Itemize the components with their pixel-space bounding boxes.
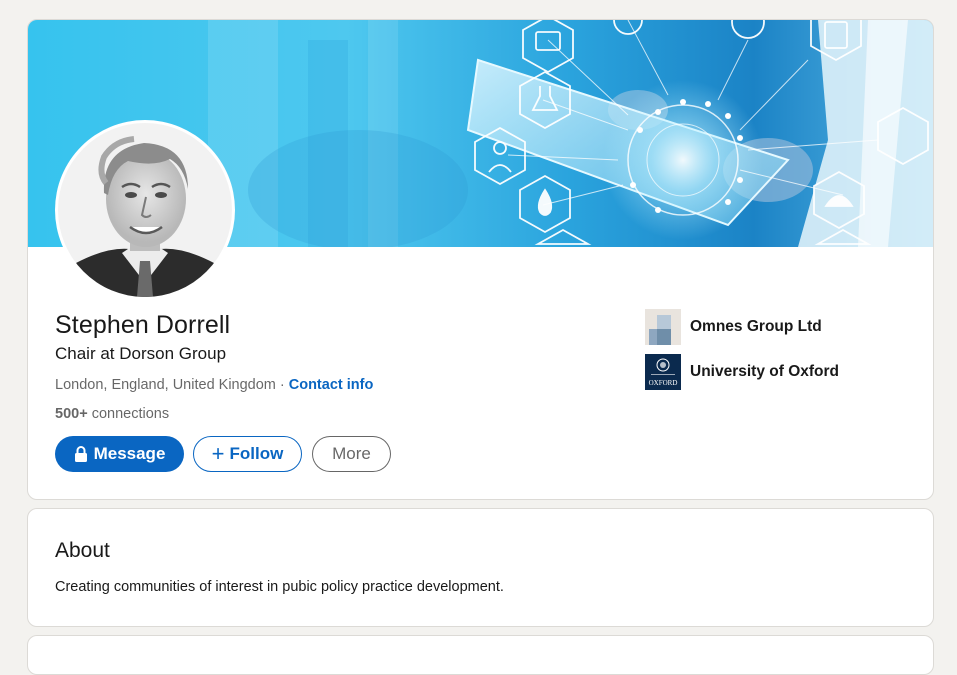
profile-headline: Chair at Dorson Group — [55, 344, 227, 363]
follow-button-label: Follow — [229, 444, 284, 463]
lock-icon — [74, 446, 88, 462]
profile-location: London, England, United Kingdom — [55, 377, 276, 393]
profile-photo — [58, 123, 232, 297]
next-section-card — [27, 635, 934, 675]
contact-info-link[interactable]: Contact info — [289, 377, 374, 393]
message-button-label: Message — [93, 444, 166, 463]
about-title: About — [55, 539, 110, 562]
about-text: Creating communities of interest in pubi… — [55, 579, 504, 595]
profile-location-line: London, England, United Kingdom · Contact … — [55, 377, 373, 393]
oxford-logo-text: OXFORD — [649, 379, 678, 387]
profile-name: Stephen Dorrell — [55, 311, 231, 339]
about-card: About Creating communities of interest i… — [27, 508, 934, 627]
profile-avatar[interactable] — [55, 120, 235, 300]
plus-icon: + — [211, 441, 225, 466]
message-button[interactable]: Message — [55, 436, 184, 472]
org-current-company[interactable]: Omnes Group Ltd — [645, 309, 822, 345]
org-name-company: Omnes Group Ltd — [690, 318, 822, 335]
connections-number: 500+ — [55, 406, 88, 422]
org-education[interactable]: OXFORD University of Oxford — [645, 354, 839, 390]
omnes-logo-icon — [645, 309, 681, 345]
org-name-university: University of Oxford — [690, 363, 839, 380]
follow-button[interactable]: + Follow — [193, 436, 302, 472]
connections-label: connections — [91, 406, 170, 422]
connections-count[interactable]: 500+ connections — [55, 406, 169, 422]
more-button-label: More — [332, 444, 371, 463]
more-button[interactable]: More — [312, 436, 391, 472]
oxford-logo-icon: OXFORD — [645, 354, 681, 390]
profile-card: Stephen Dorrell Chair at Dorson Group Lo… — [27, 19, 934, 500]
location-separator: · — [279, 377, 285, 393]
